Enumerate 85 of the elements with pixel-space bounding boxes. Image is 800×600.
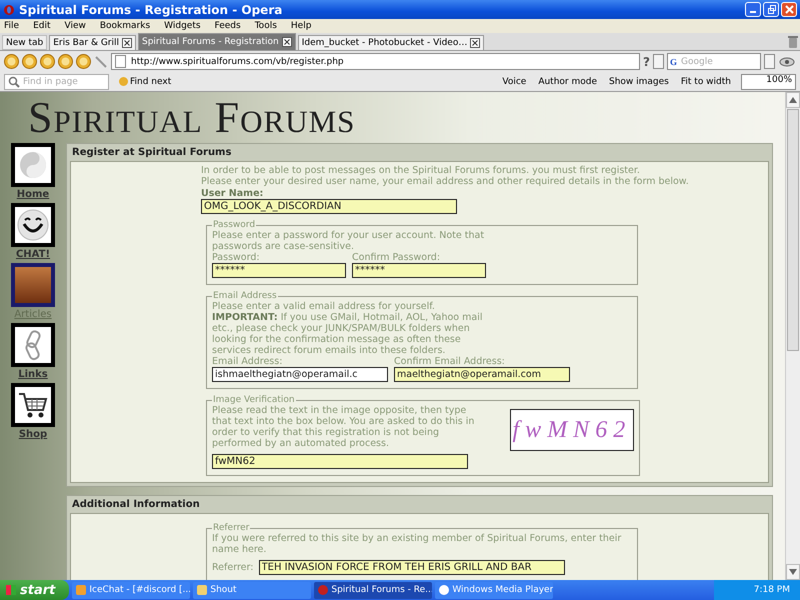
chain-link-icon[interactable] xyxy=(11,323,55,367)
close-icon[interactable] xyxy=(122,38,132,48)
email-field[interactable]: maelthegiatn@operamail.com xyxy=(394,367,570,382)
site-title: Spiritual Forums xyxy=(28,92,356,143)
help-text: Please read the text in the image opposite, then type that text into the box below. You are asked to do this in order to verify that this registration is not being performed by an automated process. xyxy=(212,405,476,449)
nav-link[interactable]: Links xyxy=(18,369,48,380)
voice-button[interactable]: Voice xyxy=(500,76,528,86)
search-icon xyxy=(8,76,20,88)
menu-item[interactable]: Feeds xyxy=(214,21,241,31)
window-title: Spiritual Forums - Registration - Opera xyxy=(19,2,284,16)
taskbar-button[interactable]: Windows Media Player xyxy=(435,582,554,598)
dropdown-button[interactable] xyxy=(764,54,775,69)
intro-text: Please enter your desired user name, your email address and other required details in the form below. xyxy=(201,176,689,187)
help-text: If you were referred to this site by an existing member of Spiritual Forums, enter their name here. xyxy=(212,533,622,555)
scroll-down-icon[interactable] xyxy=(789,569,797,575)
zoom-field[interactable]: 100% xyxy=(741,74,796,90)
password-field[interactable]: ****** xyxy=(352,263,486,278)
browser-tab[interactable]: Eris Bar & Grill xyxy=(49,35,136,50)
close-icon[interactable] xyxy=(470,38,480,48)
field-label: User Name: xyxy=(201,188,264,199)
field-label: Confirm Email Address: xyxy=(394,356,506,367)
yin-yang-icon[interactable] xyxy=(11,143,55,187)
trash-icon[interactable] xyxy=(788,36,798,48)
field-label: Email Address: xyxy=(212,356,284,367)
password-field[interactable]: ****** xyxy=(212,263,346,278)
fit-to-width-button[interactable]: Fit to width xyxy=(678,76,733,86)
help-text: IMPORTANT: If you use GMail, Hotmail, AOL, Yahoo mail etc., please check your JUNK/SPAM/BULK folders when looking for the confirmation message as often these services redirect forum emails into these folders. xyxy=(212,312,484,356)
fieldset-legend: Image Verification xyxy=(212,395,296,405)
restore-icon xyxy=(766,5,776,14)
clock: 7:18 PM xyxy=(754,585,790,595)
panel-title: Additional Information xyxy=(72,499,200,510)
minimize-button[interactable] xyxy=(745,2,761,17)
fast-forward-button[interactable] xyxy=(58,54,73,69)
menu-item[interactable]: Tools xyxy=(254,21,277,31)
search-field[interactable]: G Google xyxy=(667,53,761,70)
menu-item[interactable]: File xyxy=(4,21,20,31)
shopping-cart-icon[interactable] xyxy=(11,383,55,427)
nav-link[interactable]: Shop xyxy=(18,429,48,440)
browser-tab[interactable]: Idem_bucket - Photobucket - Video… xyxy=(298,35,484,50)
find-next-button[interactable]: Find next xyxy=(117,76,174,86)
help-text: Please enter a valid email address for yourself. xyxy=(212,301,436,312)
close-icon xyxy=(784,5,794,14)
book-photo-placeholder[interactable] xyxy=(11,263,55,307)
reload-button[interactable] xyxy=(76,54,91,69)
back-button[interactable] xyxy=(4,54,19,69)
intro-text: In order to be able to post messages on the Spiritual Forums forums. you must first register. xyxy=(201,165,640,176)
verification-field[interactable]: fwMN62 xyxy=(212,454,468,469)
taskbar-button[interactable]: IceChat - [#discord [... xyxy=(72,582,190,598)
scrollbar[interactable] xyxy=(785,92,800,580)
nav-link[interactable]: Home xyxy=(16,189,50,200)
field-label: Confirm Password: xyxy=(352,252,442,263)
menu-item[interactable]: Edit xyxy=(33,21,50,31)
email-field[interactable]: ishmaelthegiatn@operamail.c xyxy=(212,367,388,382)
show-images-button[interactable]: Show images xyxy=(607,76,671,86)
menu-item[interactable]: Help xyxy=(290,21,312,31)
search-engine-logo: G xyxy=(670,56,678,66)
panel-title: Register at Spiritual Forums xyxy=(72,147,232,158)
address-field[interactable]: http://www.spiritualforums.com/vb/register.php xyxy=(111,53,640,70)
menu-item[interactable]: Bookmarks xyxy=(100,21,150,31)
field-label: Password: xyxy=(212,252,261,263)
fieldset-legend: Referrer xyxy=(212,523,250,533)
nav-link[interactable]: CHAT! xyxy=(16,249,50,260)
new-tab-button[interactable]: New tab xyxy=(2,35,48,50)
rewind-button[interactable] xyxy=(22,54,37,69)
forward-button[interactable] xyxy=(40,54,55,69)
browser-tab[interactable]: Spiritual Forums - Registration xyxy=(138,33,296,50)
opera-logo-icon xyxy=(3,4,15,16)
dropdown-button[interactable] xyxy=(653,54,664,69)
taskbar-button[interactable]: Shout xyxy=(193,582,312,598)
captcha-image: fwMN62 xyxy=(510,409,634,451)
author-mode-button[interactable]: Author mode xyxy=(536,76,599,86)
close-icon[interactable] xyxy=(282,37,292,47)
scroll-up-icon[interactable] xyxy=(789,97,797,103)
menu-item[interactable]: Widgets xyxy=(164,21,201,31)
fieldset-legend: Email Address xyxy=(212,291,278,301)
help-button[interactable]: ? xyxy=(643,54,650,68)
close-button[interactable] xyxy=(781,2,797,17)
restore-button[interactable] xyxy=(763,2,779,17)
menu-item[interactable]: View xyxy=(64,21,86,31)
username-field[interactable]: OMG_LOOK_A_DISCORDIAN xyxy=(201,199,457,214)
help-text: Please enter a password for your user account. Note that passwords are case-sensitive. xyxy=(212,230,486,252)
field-label: Referrer: xyxy=(212,562,254,573)
referrer-field[interactable]: TEH INVASION FORCE FROM TEH ERIS GRILL AND BAR xyxy=(258,560,565,575)
smiley-icon[interactable] xyxy=(11,203,55,247)
fieldset-legend: Password xyxy=(212,220,256,230)
